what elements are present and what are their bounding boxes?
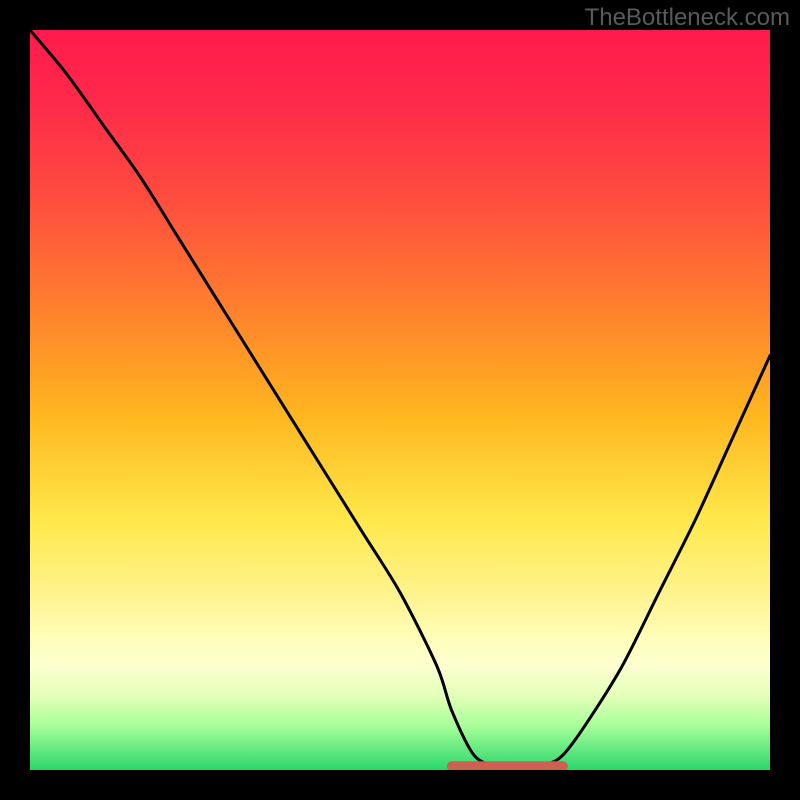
bottleneck-curve (30, 30, 770, 767)
chart-overlay-svg (30, 30, 770, 770)
plot-area (30, 30, 770, 770)
chart-container: TheBottleneck.com (0, 0, 800, 800)
watermark-text: TheBottleneck.com (585, 4, 790, 32)
